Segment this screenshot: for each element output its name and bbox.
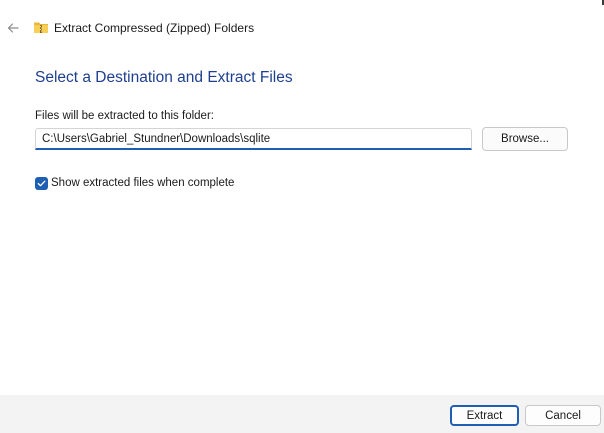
destination-label: Files will be extracted to this folder: [35, 110, 214, 122]
browse-button[interactable]: Browse... [482, 127, 568, 151]
title-bar: Extract Compressed (Zipped) Folders [0, 16, 604, 40]
show-files-checkbox[interactable] [35, 176, 48, 190]
dialog-footer: Extract Cancel [0, 395, 604, 433]
zipped-folder-icon [34, 22, 48, 33]
back-arrow-icon [7, 23, 19, 33]
cancel-button[interactable]: Cancel [525, 405, 601, 426]
extract-button[interactable]: Extract [450, 405, 519, 426]
destination-path-input[interactable] [35, 128, 472, 150]
extract-dialog: Extract Compressed (Zipped) Folders Sele… [0, 0, 604, 433]
show-files-option[interactable]: Show extracted files when complete [35, 175, 234, 191]
checkmark-icon [37, 180, 46, 186]
back-button[interactable] [4, 19, 22, 37]
window-title: Extract Compressed (Zipped) Folders [54, 21, 255, 35]
show-files-label: Show extracted files when complete [51, 177, 235, 189]
page-heading: Select a Destination and Extract Files [35, 69, 293, 86]
